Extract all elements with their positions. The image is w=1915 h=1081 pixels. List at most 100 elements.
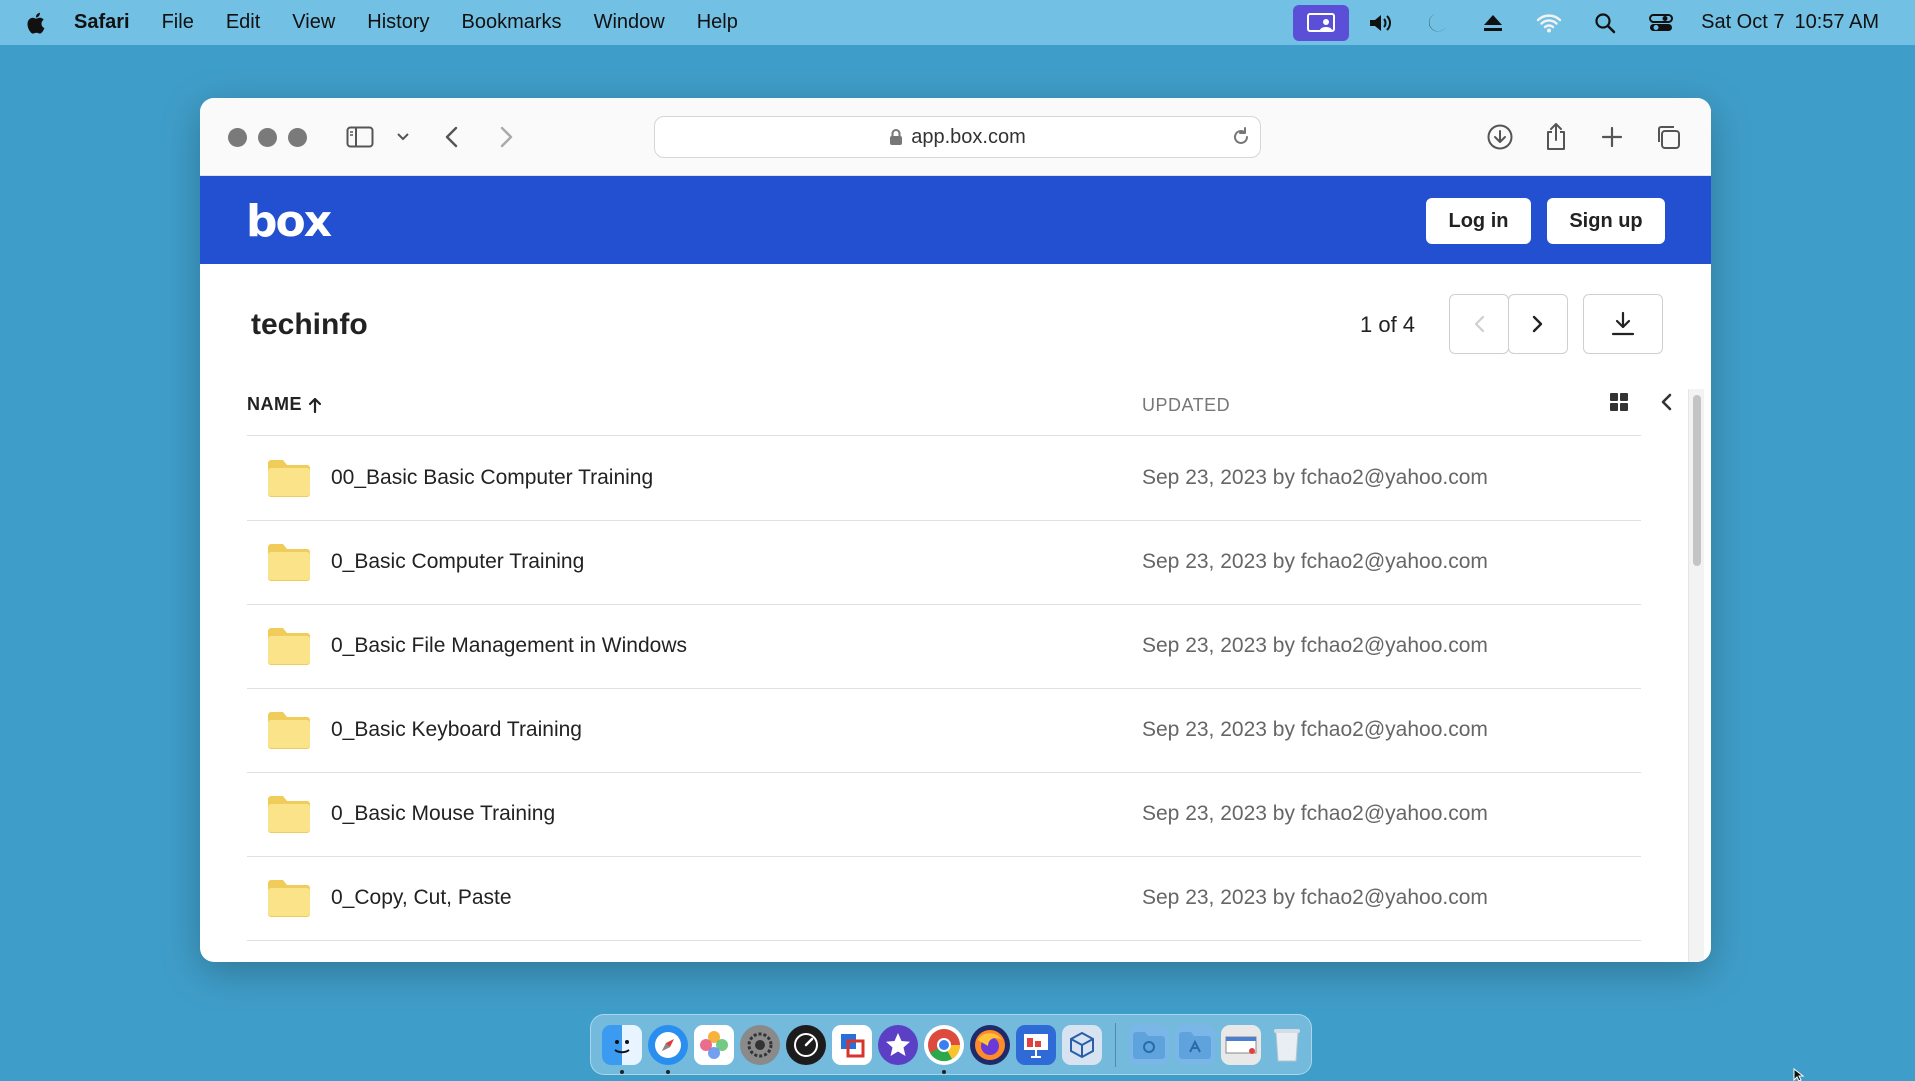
item-name[interactable]: 0_Basic Keyboard Training [331, 718, 582, 742]
volume-icon[interactable] [1353, 0, 1409, 45]
forward-icon[interactable] [494, 118, 518, 156]
box-header: box Log in Sign up [200, 176, 1711, 264]
imovie-icon[interactable] [878, 1024, 918, 1065]
zoom-window-button[interactable] [288, 128, 307, 147]
collapse-sidebar-icon[interactable] [1659, 392, 1673, 417]
menu-window[interactable]: Window [578, 11, 681, 34]
item-name[interactable]: 00_Basic Basic Computer Training [331, 466, 653, 490]
apple-menu-icon[interactable] [0, 11, 70, 35]
menu-bookmarks[interactable]: Bookmarks [446, 11, 578, 34]
list-item[interactable]: 0_Basic Keyboard Training Sep 23, 2023 b… [247, 689, 1641, 773]
menubar-date[interactable]: Sat Oct 7 [1689, 11, 1784, 34]
wifi-icon[interactable] [1521, 0, 1577, 45]
folder-title: techinfo [251, 308, 368, 341]
system-settings-icon[interactable] [740, 1024, 780, 1065]
item-updated: Sep 23, 2023 by fchao2@yahoo.com [1142, 718, 1488, 741]
remote-desktop-icon[interactable] [832, 1024, 872, 1065]
dock-separator [1115, 1022, 1116, 1067]
download-button[interactable] [1583, 294, 1663, 354]
next-page-button[interactable] [1508, 294, 1568, 354]
menu-app-safari[interactable]: Safari [70, 11, 146, 34]
file-list: 00_Basic Basic Computer Training Sep 23,… [247, 437, 1641, 941]
item-name[interactable]: 0_Basic Mouse Training [331, 802, 555, 826]
folder-icon [266, 459, 312, 502]
column-name-label: NAME [247, 394, 302, 414]
sort-by-name-header[interactable]: NAME [247, 394, 322, 415]
item-updated: Sep 23, 2023 by fchao2@yahoo.com [1142, 886, 1488, 909]
menu-view[interactable]: View [276, 11, 351, 34]
reload-icon[interactable] [1230, 126, 1252, 154]
list-item[interactable]: 00_Basic Basic Computer Training Sep 23,… [247, 437, 1641, 521]
table-header: NAME UPDATED [247, 374, 1672, 436]
chrome-icon[interactable] [924, 1024, 964, 1074]
list-item[interactable]: 0_Basic Computer Training Sep 23, 2023 b… [247, 521, 1641, 605]
photos-icon[interactable] [694, 1024, 734, 1065]
list-item[interactable]: 0_Basic File Management in Windows Sep 2… [247, 605, 1641, 689]
virtualbox-icon[interactable] [1062, 1024, 1102, 1065]
item-updated: Sep 23, 2023 by fchao2@yahoo.com [1142, 550, 1488, 573]
safari-window: app.box.com box Log in Sign up techinfo … [200, 98, 1711, 962]
eject-icon[interactable] [1465, 0, 1521, 45]
spotlight-search-icon[interactable] [1577, 0, 1633, 45]
menu-bar: Safari File Edit View History Bookmarks … [0, 0, 1915, 45]
grid-view-icon[interactable] [1609, 392, 1629, 417]
sidebar-toggle-icon[interactable] [344, 118, 376, 156]
previous-page-button[interactable] [1449, 294, 1509, 354]
column-updated-label[interactable]: UPDATED [1142, 395, 1230, 416]
list-item[interactable]: 0_Basic Mouse Training Sep 23, 2023 by f… [247, 773, 1641, 857]
moon-icon[interactable] [1409, 0, 1465, 45]
item-name[interactable]: 0_Basic Computer Training [331, 550, 584, 574]
close-window-button[interactable] [228, 128, 247, 147]
screen-share-icon[interactable] [1293, 4, 1350, 41]
folder-icon [266, 879, 312, 922]
menu-help[interactable]: Help [681, 11, 754, 34]
share-icon[interactable] [1540, 118, 1572, 156]
address-bar[interactable]: app.box.com [654, 116, 1261, 158]
login-button[interactable]: Log in [1426, 198, 1531, 244]
vertical-scrollbar[interactable] [1688, 389, 1704, 962]
control-center-icon[interactable] [1633, 0, 1689, 45]
mouse-cursor-icon [1793, 1067, 1805, 1081]
arrow-up-icon [308, 397, 322, 413]
window-controls [228, 128, 307, 147]
chevron-right-icon [1532, 315, 1543, 333]
new-tab-icon[interactable] [1596, 118, 1628, 156]
page-indicator: 1 of 4 [1360, 312, 1416, 337]
folder-content: techinfo 1 of 4 NAME UPDATED 00_Basic Ba… [200, 264, 1711, 962]
dock [590, 1014, 1312, 1075]
menu-history[interactable]: History [351, 11, 445, 34]
folder-icon [266, 543, 312, 586]
menu-file[interactable]: File [146, 11, 210, 34]
item-updated: Sep 23, 2023 by fchao2@yahoo.com [1142, 466, 1488, 489]
box-logo[interactable]: box [246, 196, 332, 247]
chevron-left-icon [1474, 315, 1485, 333]
folder-icon [266, 795, 312, 838]
browser-toolbar: app.box.com [200, 98, 1711, 176]
presentation-icon[interactable] [1016, 1024, 1056, 1065]
folder-icon [266, 627, 312, 670]
menu-edit[interactable]: Edit [210, 11, 276, 34]
chevron-down-icon[interactable] [394, 118, 412, 156]
menubar-time[interactable]: 10:57 AM [1784, 11, 1915, 34]
back-icon[interactable] [440, 118, 464, 156]
item-updated: Sep 23, 2023 by fchao2@yahoo.com [1142, 634, 1488, 657]
screenshot-icon[interactable] [1221, 1024, 1261, 1065]
scrollbar-thumb[interactable] [1693, 395, 1701, 566]
item-name[interactable]: 0_Basic File Management in Windows [331, 634, 687, 658]
signup-button[interactable]: Sign up [1547, 198, 1665, 244]
item-name[interactable]: 0_Copy, Cut, Paste [331, 886, 512, 910]
safari-icon[interactable] [648, 1024, 688, 1074]
lock-icon [889, 128, 903, 146]
item-updated: Sep 23, 2023 by fchao2@yahoo.com [1142, 802, 1488, 825]
firefox-icon[interactable] [970, 1024, 1010, 1065]
applications-folder-icon[interactable] [1175, 1024, 1215, 1065]
finder-icon[interactable] [602, 1024, 642, 1074]
downloads-icon[interactable] [1484, 118, 1516, 156]
minimize-window-button[interactable] [258, 128, 277, 147]
list-item[interactable]: 0_Copy, Cut, Paste Sep 23, 2023 by fchao… [247, 857, 1641, 941]
url-text: app.box.com [911, 125, 1026, 148]
downloads-folder-icon[interactable] [1129, 1024, 1169, 1065]
tab-overview-icon[interactable] [1652, 118, 1684, 156]
activity-monitor-icon[interactable] [786, 1024, 826, 1065]
trash-icon[interactable] [1267, 1025, 1307, 1065]
